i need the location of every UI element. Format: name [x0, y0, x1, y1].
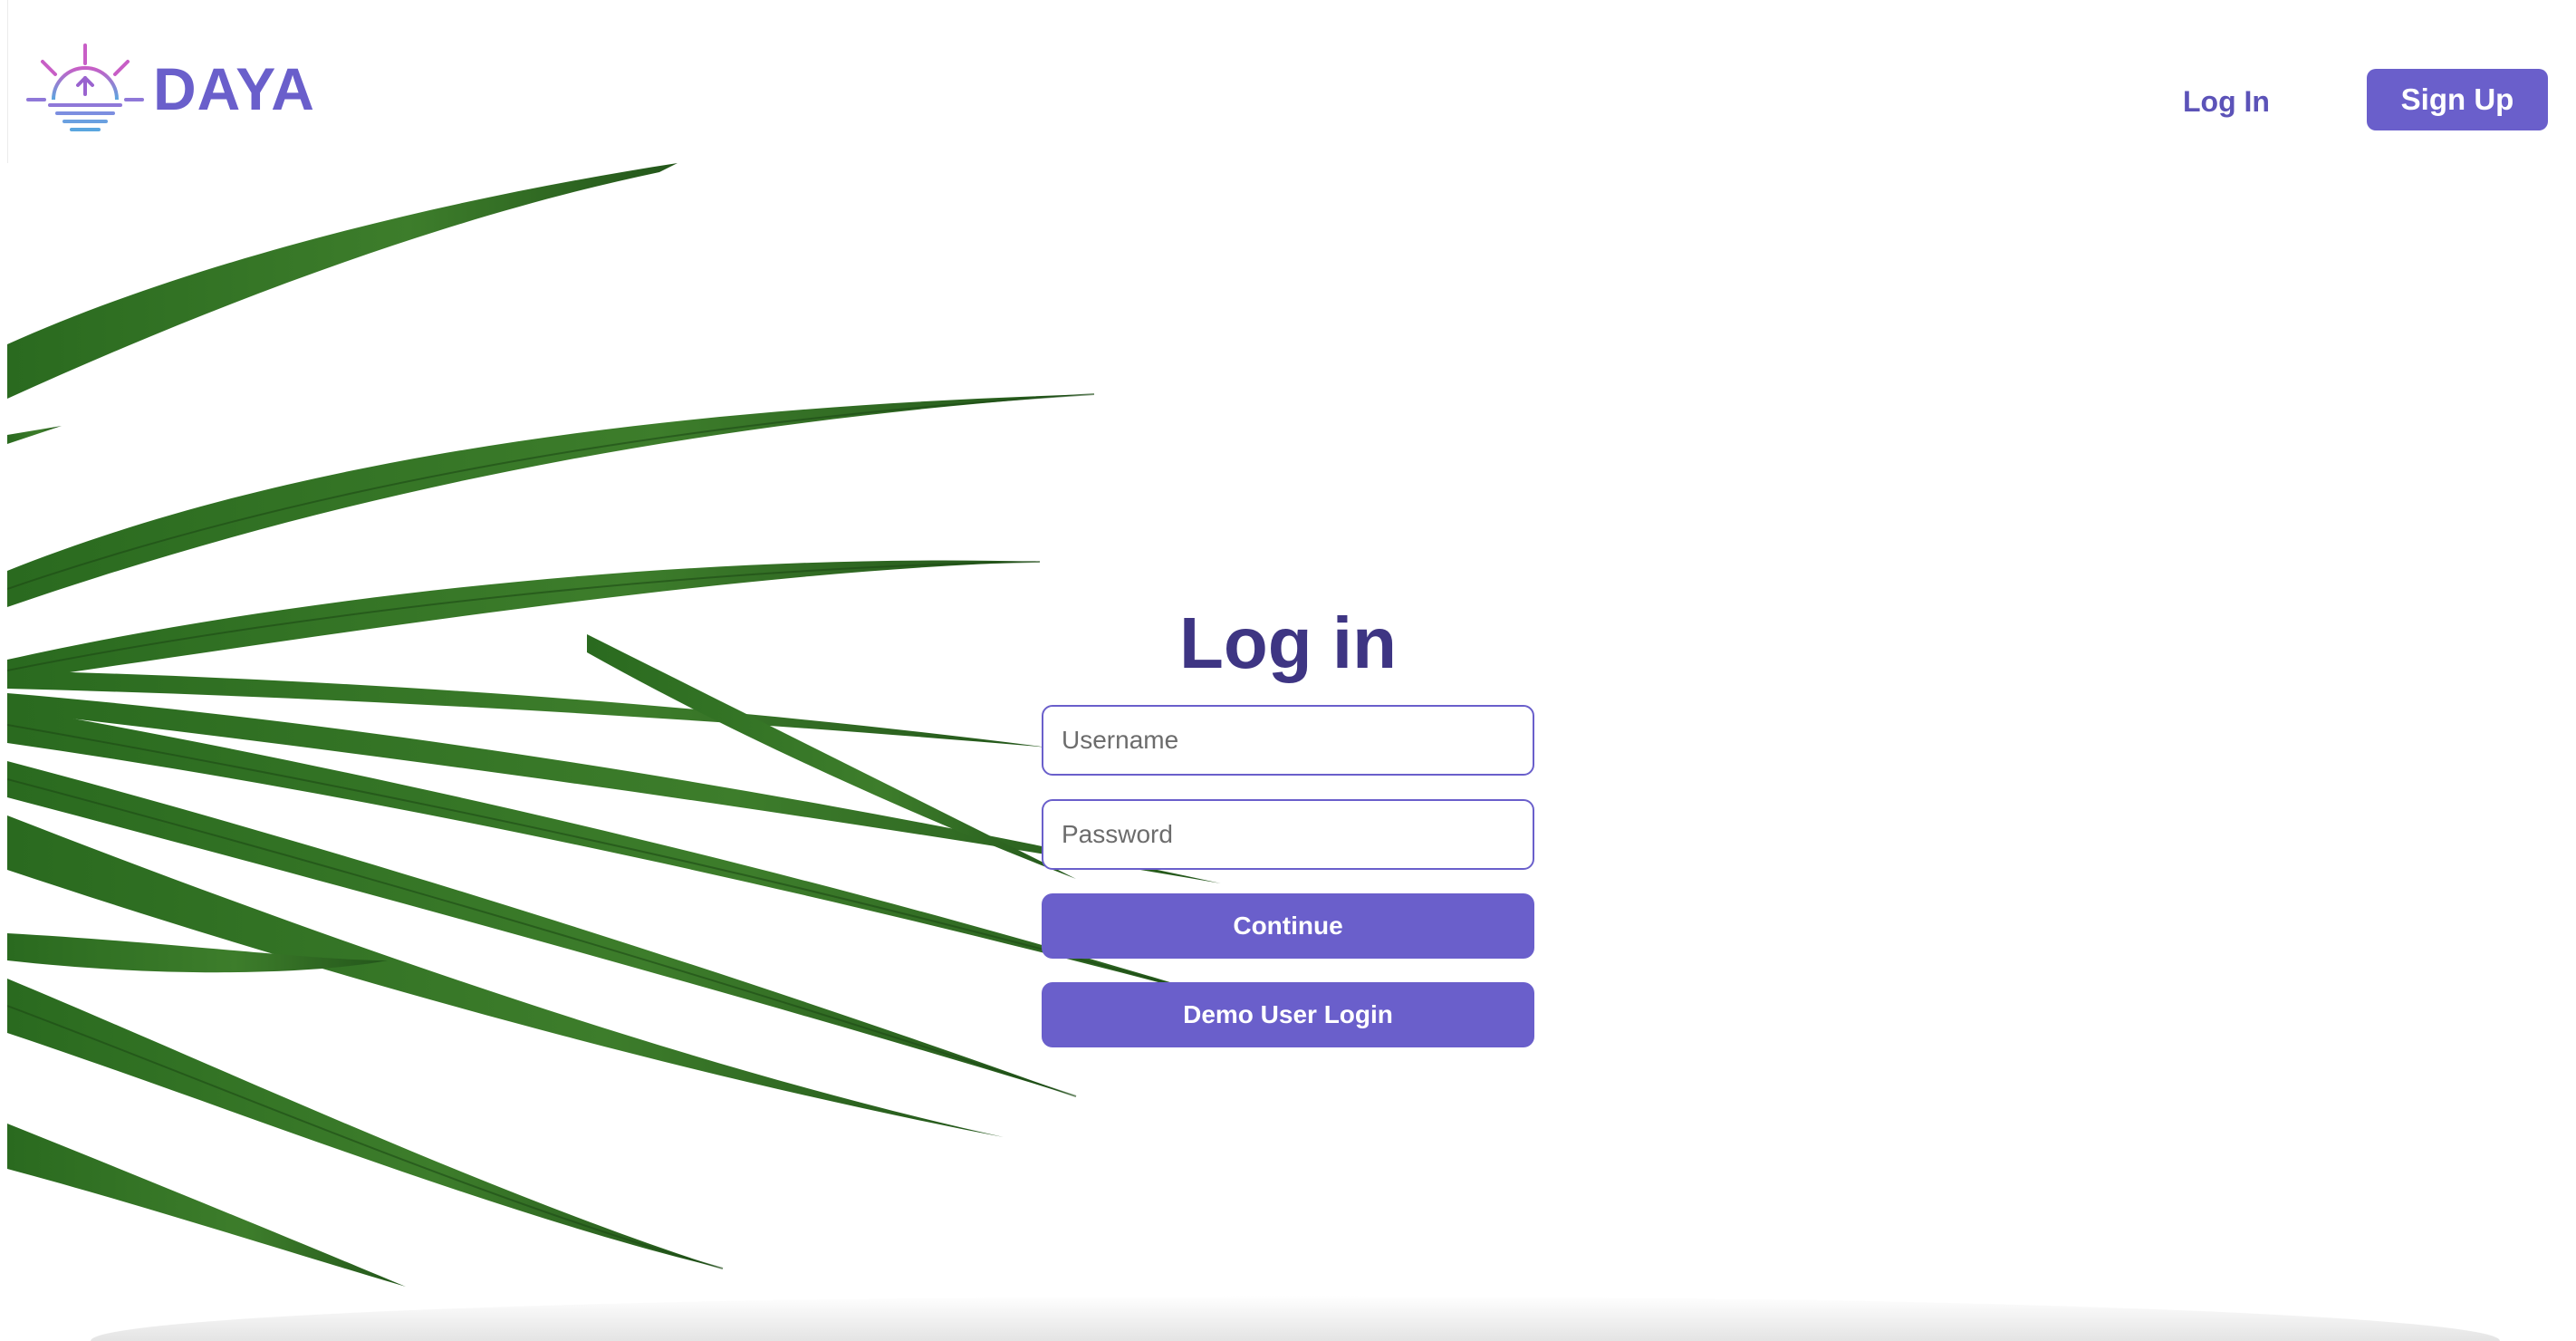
demo-login-button[interactable]: Demo User Login — [1042, 982, 1534, 1047]
login-page: DAYA Log In Sign Up Log in Username Cont… — [0, 0, 2576, 1341]
sunrise-logo-icon — [26, 43, 144, 131]
password-input[interactable] — [1042, 799, 1534, 870]
login-title: Log in — [1179, 603, 1397, 683]
signup-button[interactable]: Sign Up — [2367, 69, 2548, 130]
username-input[interactable] — [1042, 705, 1534, 776]
brand-name[interactable]: DAYA — [153, 53, 315, 125]
login-link[interactable]: Log In — [2183, 80, 2270, 123]
top-navbar: DAYA Log In Sign Up — [7, 0, 2576, 163]
continue-button[interactable]: Continue — [1042, 893, 1534, 959]
login-form: Log in Continue Demo User Login — [1042, 589, 1534, 1047]
